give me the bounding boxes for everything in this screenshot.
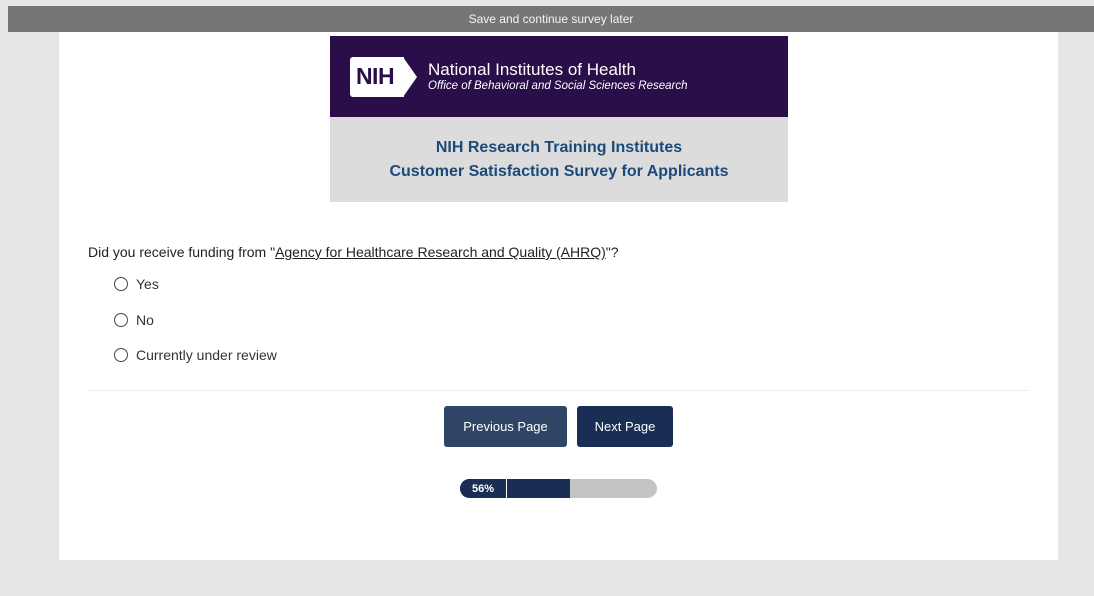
- question-suffix: "?: [605, 244, 619, 260]
- nih-logo-arrow-icon: [403, 56, 417, 97]
- progress-label: 56%: [460, 479, 507, 498]
- nih-header: NIH National Institutes of Health Office…: [330, 36, 788, 117]
- nih-org-text: National Institutes of Health Office of …: [428, 59, 688, 92]
- option-yes[interactable]: Yes: [114, 276, 159, 292]
- option-no[interactable]: No: [114, 312, 154, 328]
- save-continue-later-bar[interactable]: Save and continue survey later: [8, 6, 1094, 32]
- radio-yes[interactable]: [114, 277, 128, 291]
- agency-link[interactable]: Agency for Healthcare Research and Quali…: [275, 244, 606, 260]
- question-text: Did you receive funding from "Agency for…: [88, 244, 619, 260]
- survey-banner: NIH National Institutes of Health Office…: [330, 36, 788, 202]
- question-prefix: Did you receive funding from ": [88, 244, 276, 260]
- survey-title-line1: NIH Research Training Institutes: [435, 139, 683, 157]
- survey-page: NIH National Institutes of Health Office…: [59, 32, 1058, 560]
- radio-no[interactable]: [114, 313, 128, 327]
- divider: [88, 390, 1029, 391]
- option-yes-label: Yes: [136, 276, 159, 292]
- option-under-review[interactable]: Currently under review: [114, 347, 277, 363]
- nih-logo-box: NIH: [350, 56, 404, 97]
- option-no-label: No: [136, 312, 154, 328]
- nih-logo: NIH: [350, 56, 420, 97]
- previous-page-button[interactable]: Previous Page: [444, 406, 567, 447]
- office-name: Office of Behavioral and Social Sciences…: [428, 79, 688, 92]
- survey-title-box: NIH Research Training Institutes Custome…: [330, 117, 788, 202]
- save-continue-later-label: Save and continue survey later: [468, 12, 634, 26]
- org-name: National Institutes of Health: [428, 59, 636, 79]
- survey-title-line2: Customer Satisfaction Survey for Applica…: [389, 162, 729, 180]
- option-under-review-label: Currently under review: [136, 347, 277, 363]
- next-page-button[interactable]: Next Page: [577, 406, 673, 447]
- progress-bar: 56%: [460, 479, 657, 498]
- radio-under-review[interactable]: [114, 348, 128, 362]
